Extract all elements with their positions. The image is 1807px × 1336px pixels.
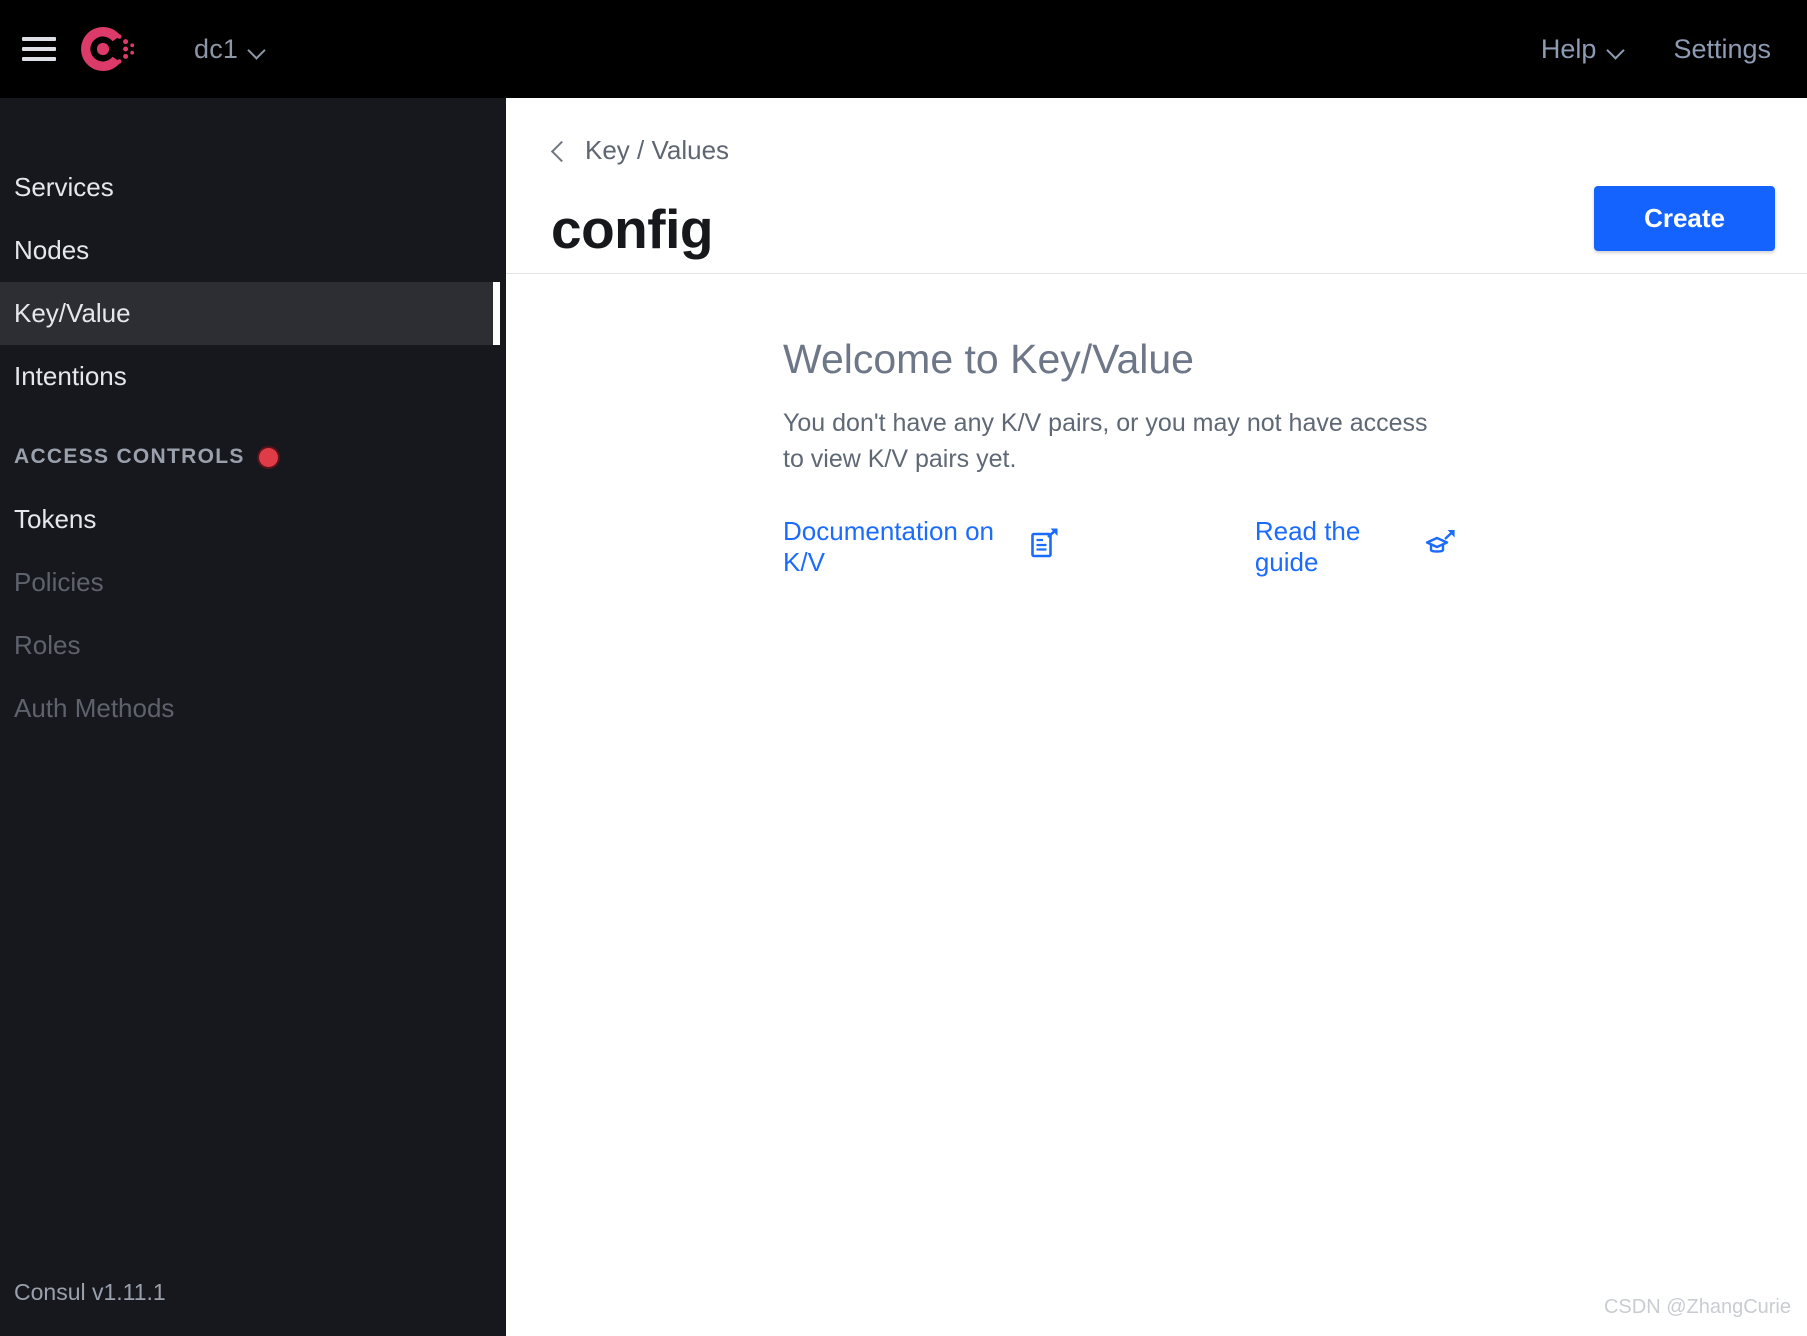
datacenter-label: dc1: [194, 33, 239, 64]
sidebar-item-tokens[interactable]: Tokens: [0, 488, 506, 551]
sidebar-item-label: Key/Value: [14, 298, 131, 328]
documentation-link-label: Documentation on K/V: [783, 515, 995, 577]
red-dot-icon: [258, 447, 278, 467]
sidebar-item-key-value[interactable]: Key/Value: [0, 282, 500, 345]
main-content: Key / Values config Create Welcome to Ke…: [506, 98, 1807, 1336]
documentation-link[interactable]: Documentation on K/V: [783, 516, 1059, 578]
consul-logo-icon[interactable]: [78, 21, 135, 77]
sidebar-item-label: Intentions: [14, 361, 127, 391]
sidebar-primary-list: Services Nodes Key/Value Intentions ACCE…: [0, 98, 506, 740]
datacenter-selector[interactable]: dc1: [194, 34, 266, 65]
hamburger-menu-icon[interactable]: [22, 37, 56, 61]
create-button[interactable]: Create: [1594, 186, 1775, 251]
sidebar-group-access-controls: ACCESS CONTROLS: [0, 426, 506, 488]
chevron-down-icon: [249, 44, 266, 55]
chevron-left-icon: [551, 144, 565, 158]
sidebar-item-label: Roles: [14, 630, 81, 660]
consul-version-label: Consul v1.11.1: [14, 1279, 166, 1305]
empty-state-description: You don't have any K/V pairs, or you may…: [783, 409, 1428, 474]
sidebar-item-intentions[interactable]: Intentions: [0, 345, 506, 408]
graduation-cap-external-link-icon: [1425, 528, 1456, 565]
settings-link[interactable]: Settings: [1673, 34, 1771, 65]
page-title: config: [551, 198, 713, 261]
page-header-row: config Create: [506, 166, 1807, 274]
sidebar-item-label: Auth Methods: [14, 693, 175, 723]
sidebar-item-roles[interactable]: Roles: [0, 614, 506, 677]
empty-state-panel: Welcome to Key/Value You don't have any …: [506, 274, 1456, 578]
read-the-guide-link[interactable]: Read the guide: [1255, 516, 1456, 578]
settings-label: Settings: [1673, 33, 1771, 64]
sidebar-item-services[interactable]: Services: [0, 156, 506, 219]
hamburger-bar: [22, 37, 56, 41]
sidebar-navigation: Services Nodes Key/Value Intentions ACCE…: [0, 98, 506, 1336]
empty-state-links: Documentation on K/V Read the guide: [783, 516, 1456, 578]
consul-ui-window: dc1 Help Settings Services Nodes Key/Val…: [0, 0, 1807, 1336]
top-bar-actions: Help Settings: [1541, 34, 1807, 65]
chevron-down-icon: [1608, 44, 1625, 55]
top-navigation-bar: dc1 Help Settings: [0, 0, 1807, 98]
sidebar-item-auth-methods[interactable]: Auth Methods: [0, 677, 506, 740]
sidebar-item-nodes[interactable]: Nodes: [0, 219, 506, 282]
sidebar-item-label: Policies: [14, 567, 104, 597]
watermark-text: CSDN @ZhangCurie: [1603, 1296, 1791, 1318]
breadcrumb[interactable]: Key / Values: [506, 98, 1807, 166]
empty-state-title: Welcome to Key/Value: [783, 336, 1194, 382]
sidebar-item-label: Services: [14, 172, 114, 202]
hamburger-bar: [22, 47, 56, 51]
hamburger-bar: [22, 57, 56, 61]
read-the-guide-label: Read the guide: [1254, 515, 1361, 577]
help-label: Help: [1540, 33, 1597, 64]
breadcrumb-label: Key / Values: [585, 135, 730, 165]
sidebar-item-label: Nodes: [14, 235, 90, 265]
document-external-link-icon: [1031, 528, 1059, 565]
sidebar-item-policies[interactable]: Policies: [0, 551, 506, 614]
help-menu[interactable]: Help: [1541, 34, 1626, 65]
sidebar-item-label: Tokens: [14, 504, 97, 534]
sidebar-group-label: ACCESS CONTROLS: [14, 445, 245, 468]
